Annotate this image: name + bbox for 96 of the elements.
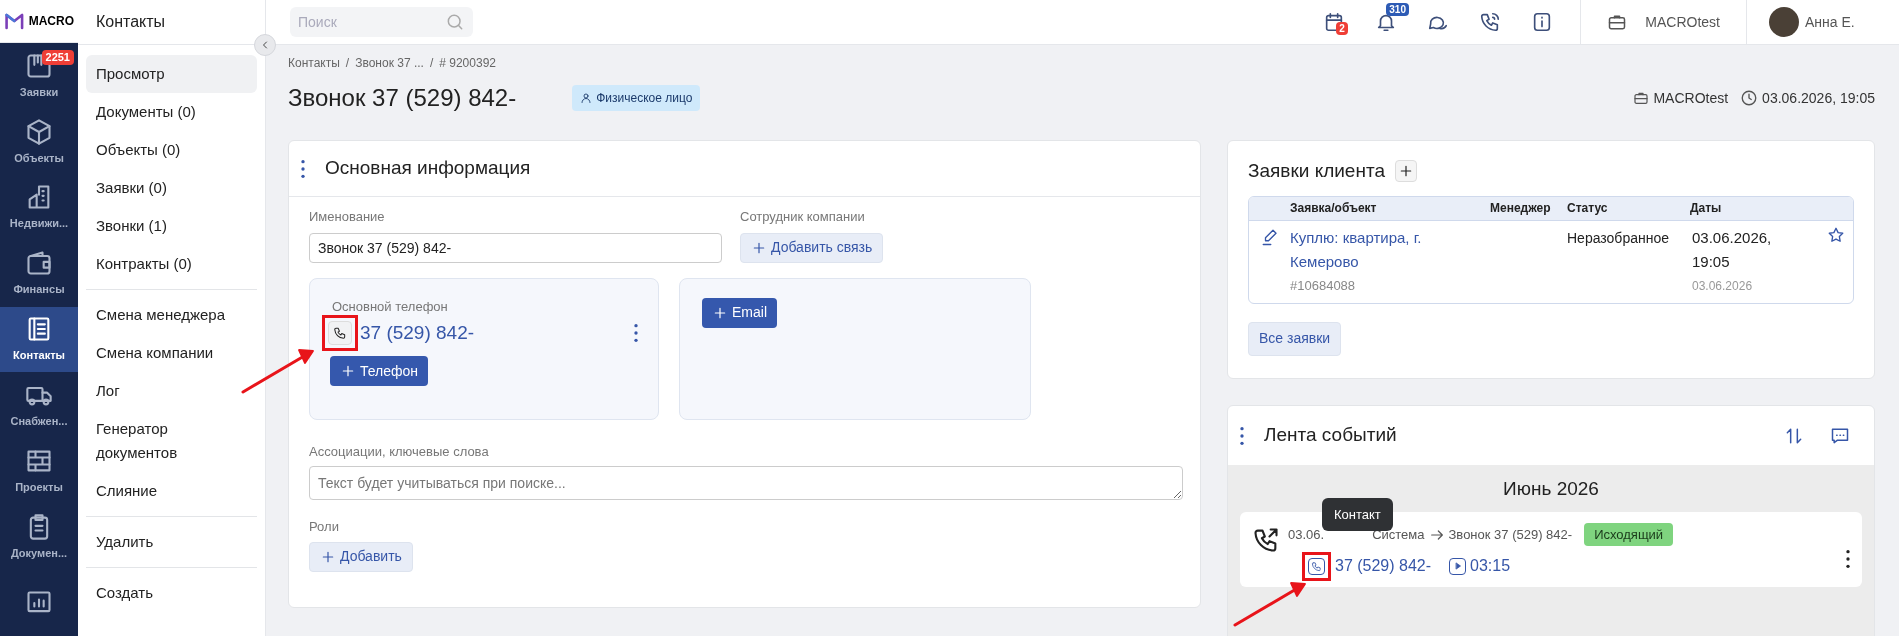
sidebar-link[interactable]: Лог xyxy=(86,372,257,410)
more-vertical-icon xyxy=(1846,550,1850,568)
sidebar-link[interactable]: Создать xyxy=(86,574,257,612)
company-label: MACROtest xyxy=(1633,87,1729,109)
nav-item[interactable]: Снабжен... xyxy=(0,372,78,439)
breadcrumb-separator: / xyxy=(345,55,350,72)
sidebar-link[interactable]: Генератор документов xyxy=(86,410,257,472)
plus-icon xyxy=(340,363,356,379)
all-requests-button[interactable]: Все заявки xyxy=(1248,321,1342,356)
column-header: Заявка/объект xyxy=(1290,200,1378,217)
nav-item[interactable]: Объекты xyxy=(0,108,78,175)
cube-icon xyxy=(25,117,53,146)
sidebar-link[interactable]: Смена компании xyxy=(86,334,257,372)
phone-link[interactable]: 37 (529) 842- xyxy=(1335,554,1432,578)
nav-item[interactable]: Финансы xyxy=(0,240,78,307)
card-title: Лента событий xyxy=(1264,423,1397,448)
date-text: 03.06.2026 xyxy=(1692,277,1754,295)
add-button[interactable] xyxy=(1395,160,1417,183)
sidebar-link[interactable]: Заявки (0) xyxy=(86,169,257,207)
sidebar-link[interactable]: Звонки (1) xyxy=(86,207,257,245)
date-label: 03.06.2026, 19:05 xyxy=(1740,87,1875,109)
nav-item[interactable]: Контакты xyxy=(0,306,78,373)
contact-type-tag: Физическое лицо xyxy=(572,85,701,111)
more-vertical-icon xyxy=(1240,426,1244,445)
breadcrumb-link[interactable]: Звонок 37 ... xyxy=(355,54,424,72)
count-badge: 310 xyxy=(1386,2,1409,16)
avatar xyxy=(1769,7,1799,37)
name-field[interactable]: Звонок 37 (529) 842- xyxy=(309,232,722,263)
outgoing-call-icon xyxy=(1252,525,1280,554)
more-vertical-icon xyxy=(634,324,638,342)
call-button[interactable] xyxy=(1308,557,1325,575)
calendar-button[interactable]: 2 xyxy=(1308,0,1361,45)
call-duration: 03:15 xyxy=(1470,556,1511,576)
briefcase-icon xyxy=(1607,12,1628,32)
column-header: Даты xyxy=(1690,200,1723,217)
phone-call-icon xyxy=(1479,11,1502,33)
field-label: Сотрудник компании xyxy=(740,208,866,226)
column-header: Менеджер xyxy=(1490,200,1552,217)
search-field[interactable]: Поиск xyxy=(290,7,473,37)
wallet-icon xyxy=(25,249,53,278)
event-target: Звонок 37 (529) 842- xyxy=(1448,525,1573,544)
sidebar-link[interactable]: Просмотр xyxy=(86,55,257,93)
page-title: Звонок 37 (529) 842- xyxy=(288,83,517,113)
count-badge: 2251 xyxy=(41,50,74,65)
company-switcher[interactable]: MACROtest xyxy=(1580,0,1746,45)
more-button[interactable] xyxy=(301,159,305,178)
sidebar-link[interactable]: Документы (0) xyxy=(86,93,257,131)
date-text: 03.06.2026, 19:05 xyxy=(1692,227,1773,272)
breadcrumb-separator: / xyxy=(429,55,434,72)
add-link-button[interactable]: Добавить связь xyxy=(740,232,884,263)
add-email-button[interactable]: Email xyxy=(702,297,777,328)
phone-icon xyxy=(1311,560,1322,572)
person-icon xyxy=(580,92,593,104)
search-icon xyxy=(445,12,465,32)
field-label: Основной телефон xyxy=(332,297,449,316)
nav-item[interactable]: Недвижи... xyxy=(0,174,78,241)
event-date: 03.06. xyxy=(1288,525,1325,544)
sidebar-link[interactable]: Смена менеджера xyxy=(86,296,257,334)
sidebar-link[interactable]: Удалить xyxy=(86,523,257,561)
count-badge: 2 xyxy=(1336,21,1348,35)
more-button[interactable] xyxy=(1240,426,1244,445)
logo-text: MACRO xyxy=(28,13,74,30)
collapse-button[interactable] xyxy=(254,34,276,56)
bell-button[interactable]: 310 xyxy=(1360,0,1413,45)
add-role-button[interactable]: Добавить xyxy=(309,541,413,572)
month-heading: Июнь 2026 xyxy=(1502,477,1600,501)
sidebar-link[interactable]: Контракты (0) xyxy=(86,245,257,283)
add-phone-button[interactable]: Телефон xyxy=(330,356,429,386)
column-header: Статус xyxy=(1567,200,1609,217)
nav-item[interactable]: Докумен... xyxy=(0,504,78,571)
field-label: Именование xyxy=(309,208,386,226)
field-label: Роли xyxy=(309,518,340,536)
status-text: Неразобранное xyxy=(1567,228,1670,248)
pencil-icon xyxy=(1260,227,1279,246)
user-menu[interactable]: Анна Е. xyxy=(1746,0,1899,45)
clock-icon xyxy=(1740,89,1759,107)
phone-icon xyxy=(333,326,347,340)
nav-item[interactable]: Заявки 2251 xyxy=(0,43,78,109)
request-link[interactable]: Куплю: квартира, г. Кемерово xyxy=(1290,225,1440,274)
more-button[interactable] xyxy=(634,324,638,342)
play-button[interactable] xyxy=(1449,557,1467,575)
sidebar-link[interactable]: Объекты (0) xyxy=(86,131,257,169)
card-title: Основная информация xyxy=(325,156,531,181)
breadcrumb-link[interactable]: Контакты xyxy=(288,54,340,72)
field-label: Ассоциации, ключевые слова xyxy=(309,442,490,461)
direction-tag: Исходящий xyxy=(1584,522,1674,547)
more-vertical-icon xyxy=(301,159,305,178)
sidebar-link[interactable]: Слияние xyxy=(86,472,257,510)
keywords-field[interactable]: Текст будет учитываться при поиске... xyxy=(309,466,1183,500)
request-number: #10684088 xyxy=(1290,276,1357,295)
tooltip: Контакт xyxy=(1322,497,1393,531)
phone-link[interactable]: 37 (529) 842- xyxy=(360,318,475,348)
nav-item[interactable]: Проекты xyxy=(0,438,78,505)
card-title: Заявки клиента xyxy=(1248,159,1385,183)
briefcase-icon xyxy=(1633,90,1650,106)
breadcrumb-link[interactable]: # 9200392 xyxy=(439,54,496,72)
